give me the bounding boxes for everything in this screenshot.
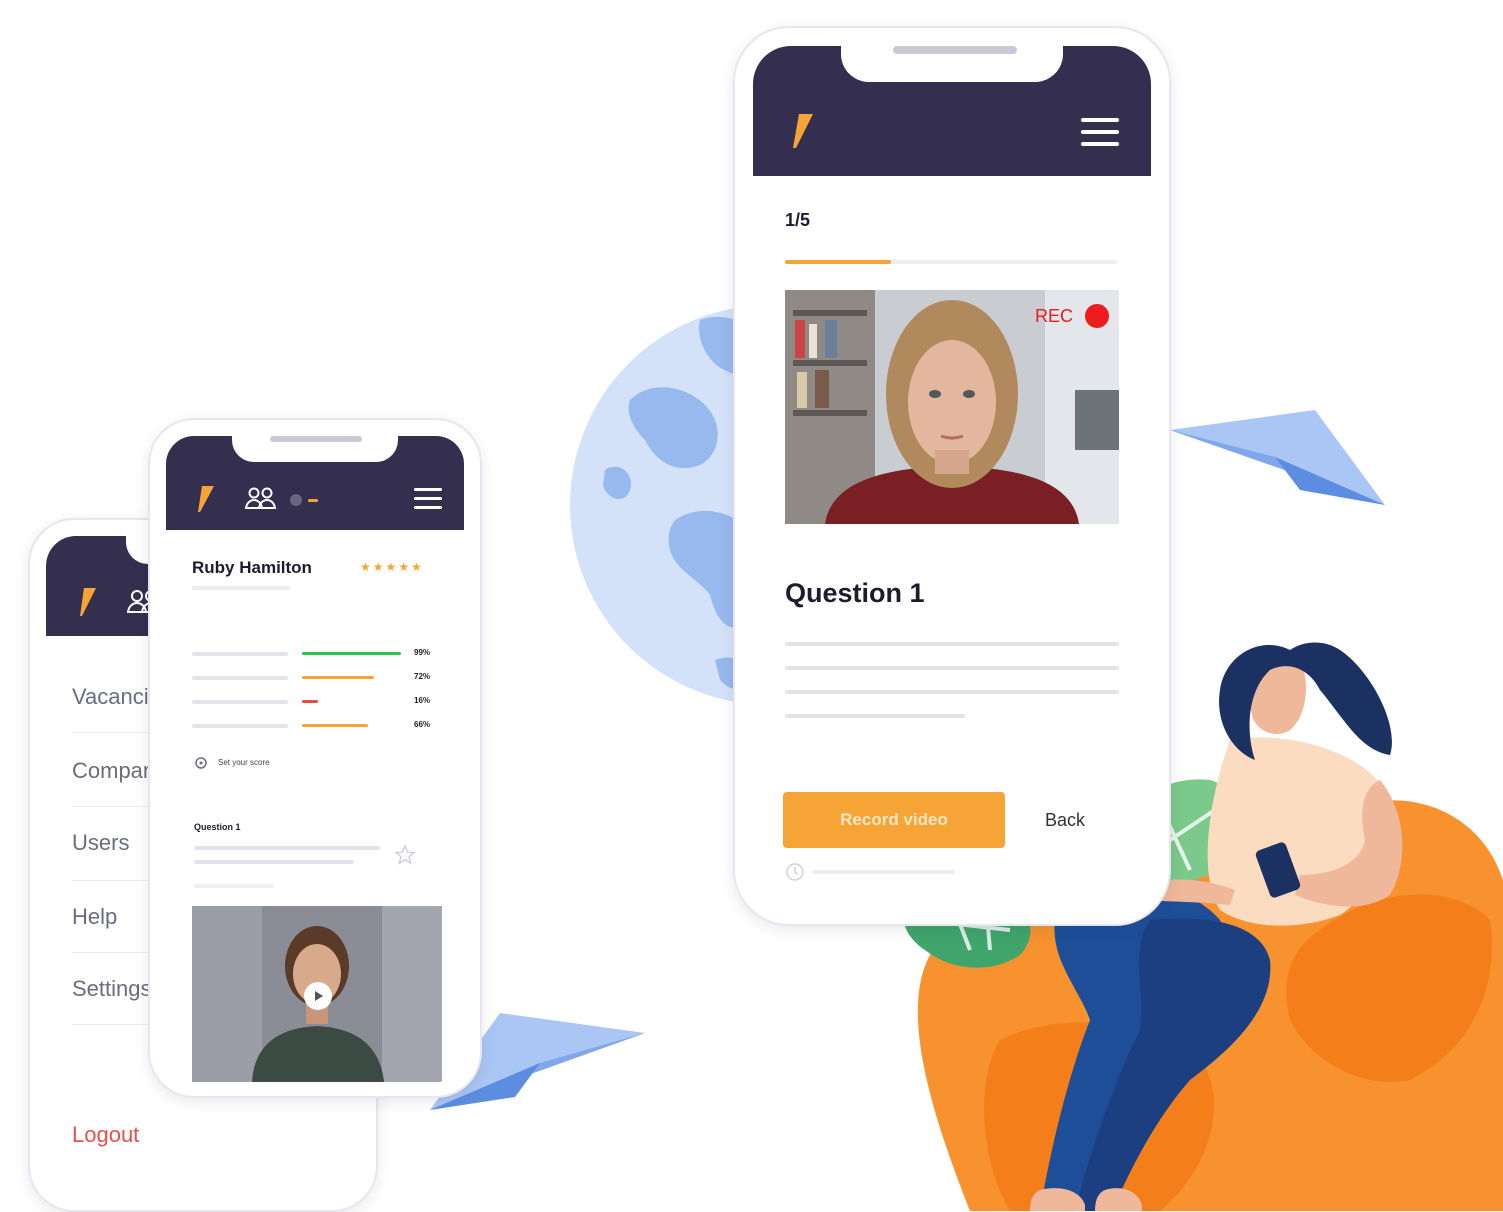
hamburger-menu-icon[interactable]	[1081, 118, 1119, 146]
app-header	[753, 46, 1151, 176]
back-link[interactable]: Back	[1045, 810, 1085, 831]
star-outline-icon[interactable]	[394, 844, 416, 866]
skill-row: 99%	[192, 648, 452, 668]
counter-dash	[308, 499, 318, 502]
skill-label	[192, 676, 288, 680]
skill-percent: 66%	[414, 720, 431, 729]
skill-bar	[302, 724, 368, 727]
skill-label	[192, 700, 288, 704]
question-text-line	[194, 860, 354, 864]
play-icon	[315, 991, 323, 1001]
answer-meta-line	[194, 884, 274, 888]
progress-counter: 1/5	[785, 210, 811, 230]
interview-phone: 1/5 REC Question 1 Record video Back	[733, 26, 1171, 926]
menu-item-companies[interactable]: Compani	[72, 758, 160, 784]
rec-label: REC	[1035, 306, 1074, 326]
candidate-role-line	[192, 586, 290, 590]
question-text-line	[194, 846, 380, 850]
skills-list: 99% 72% 16% 66%	[192, 648, 462, 748]
rating-stars: ★★★★★	[360, 560, 424, 574]
record-video-button[interactable]: Record video	[783, 792, 1005, 848]
menu-item-help[interactable]: Help	[72, 904, 117, 930]
question-text-line	[785, 642, 1119, 646]
skill-row: 72%	[192, 672, 452, 692]
hamburger-menu-icon[interactable]	[414, 488, 442, 509]
skill-bar	[302, 700, 318, 703]
candidate-name: Ruby Hamilton	[192, 558, 312, 577]
menu-item-users[interactable]: Users	[72, 830, 129, 856]
camera-preview: REC	[785, 290, 1119, 524]
logout-link[interactable]: Logout	[72, 1122, 139, 1148]
progress-track	[785, 260, 1117, 264]
skill-bar	[302, 676, 374, 679]
skill-label	[192, 652, 288, 656]
paper-plane-icon	[1170, 410, 1385, 505]
question-title: Question 1	[785, 578, 925, 608]
skill-percent: 16%	[414, 696, 431, 705]
skill-row: 66%	[192, 720, 452, 740]
target-icon	[195, 757, 207, 769]
recording-dot	[1085, 304, 1109, 328]
progress-fill	[785, 260, 892, 264]
play-button[interactable]	[304, 982, 332, 1010]
lightning-slash-icon[interactable]	[194, 484, 216, 514]
skill-label	[192, 724, 288, 728]
notification-dot	[290, 494, 302, 506]
skill-percent: 99%	[414, 648, 431, 657]
menu-item-settings[interactable]: Settings	[72, 976, 152, 1002]
lightning-slash-icon[interactable]	[789, 112, 815, 150]
question-text-line	[785, 714, 965, 718]
skill-percent: 72%	[414, 672, 431, 681]
users-icon[interactable]	[244, 486, 278, 512]
lightning-slash-icon[interactable]	[76, 586, 98, 618]
question-text-line	[785, 690, 1119, 694]
skill-row: 16%	[192, 696, 452, 716]
question-text-line	[785, 666, 1119, 670]
candidate-phone: Ruby Hamilton ★★★★★ 99% 72% 16% 66% Set …	[148, 418, 482, 1098]
question-label: Question 1	[194, 822, 241, 832]
set-score-label: Set your score	[218, 758, 270, 767]
answer-time-line	[813, 870, 955, 874]
clock-icon	[786, 863, 804, 881]
video-thumbnail[interactable]	[192, 906, 442, 1082]
app-header	[166, 436, 464, 530]
skill-bar	[302, 652, 401, 655]
